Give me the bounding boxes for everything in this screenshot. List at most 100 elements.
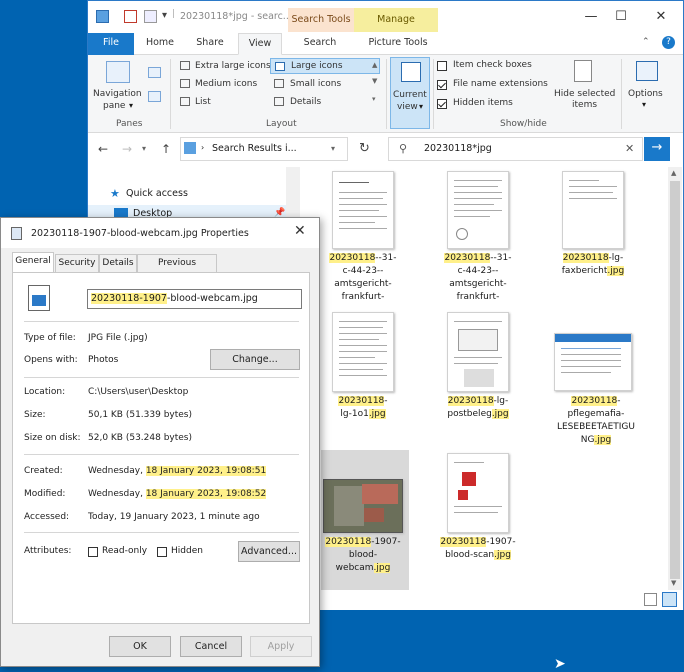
type-label: Type of file: <box>24 333 76 343</box>
tab-previous-versions[interactable]: Previous Versions <box>137 254 217 284</box>
ribbon-view: Navigation pane ▾ Panes Extra large icon… <box>88 55 683 133</box>
tab-file[interactable]: File <box>88 33 134 55</box>
scroll-thumb[interactable] <box>670 181 680 579</box>
panes-group-label: Panes <box>116 119 143 129</box>
forward-arrow-icon[interactable]: → <box>122 142 132 156</box>
file-thumbnail <box>447 312 509 392</box>
file-name: 20230118-lg- faxbericht.jpg <box>561 253 625 276</box>
filename-input[interactable]: 20230118-1907-blood-webcam.jpg <box>87 289 302 309</box>
tab-view[interactable]: View <box>238 33 282 55</box>
clear-search-icon[interactable]: ✕ <box>625 142 634 155</box>
maximize-button[interactable]: ☐ <box>606 7 636 27</box>
size-label: Size: <box>24 410 46 420</box>
hidden-items-checkbox[interactable] <box>437 99 447 109</box>
ribbon-tabs: File Home Share View Search Picture Tool… <box>88 33 683 55</box>
accessed-value: Today, 19 January 2023, 1 minute ago <box>88 512 260 522</box>
quick-access-dropdown-icon[interactable]: ▾ <box>162 10 167 21</box>
address-bar[interactable]: › Search Results i... ▾ <box>180 137 348 161</box>
hidden-items-label: Hidden items <box>453 98 513 108</box>
layout-extra-large-icons[interactable]: Extra large icons <box>195 61 271 71</box>
large-icons-icon <box>275 62 285 71</box>
new-folder-icon[interactable] <box>144 10 157 23</box>
file-name: 20230118-lg- postbeleg.jpg <box>447 396 509 419</box>
manage-context-header: Manage <box>354 8 438 32</box>
tab-home[interactable]: Home <box>140 33 180 55</box>
advanced-button[interactable]: Advanced... <box>238 541 300 562</box>
chevron-down-icon: ▾ <box>129 101 134 110</box>
properties-dialog: 20230118-1907-blood-webcam.jpg Propertie… <box>0 217 320 667</box>
search-input[interactable]: ⚲ 20230118*jpg ✕ <box>388 137 643 161</box>
layout-large-icons-selected[interactable]: Large icons <box>270 58 380 74</box>
file-name: 20230118- lg-1o1.jpg <box>338 396 388 419</box>
minimize-button[interactable]: — <box>576 7 606 27</box>
tab-picture-tools[interactable]: Picture Tools <box>358 33 438 55</box>
navigation-pane-label-2: pane <box>103 101 126 111</box>
tab-search[interactable]: Search <box>293 33 347 55</box>
opens-with-label: Opens with: <box>24 355 78 365</box>
layout-details[interactable]: Details <box>290 97 321 107</box>
file-thumbnail <box>554 333 632 391</box>
location-value: C:\Users\user\Desktop <box>88 387 189 397</box>
up-arrow-icon[interactable]: ↑ <box>161 142 171 156</box>
details-pane-icon[interactable] <box>148 91 161 102</box>
tab-share[interactable]: Share <box>190 33 230 55</box>
collapse-ribbon-icon[interactable]: ⌃ <box>642 37 650 47</box>
refresh-icon[interactable]: ↻ <box>359 141 370 156</box>
accessed-label: Accessed: <box>24 512 70 522</box>
search-go-button[interactable]: → <box>644 137 670 161</box>
change-button[interactable]: Change... <box>210 349 300 370</box>
apply-button[interactable]: Apply <box>250 636 312 657</box>
breadcrumb-chevron-icon: › <box>201 143 205 152</box>
tab-details[interactable]: Details <box>99 254 137 272</box>
read-only-checkbox[interactable] <box>88 547 98 557</box>
file-name: 20230118--31- c-44-23-- amtsgericht- fra… <box>444 253 512 302</box>
properties-check-icon[interactable] <box>124 10 137 23</box>
large-icons-view-icon[interactable] <box>662 592 677 607</box>
read-only-label: Read-only <box>102 546 148 556</box>
options-icon <box>636 61 658 81</box>
current-view-label-1: Current <box>393 90 427 100</box>
layout-medium-icons[interactable]: Medium icons <box>195 79 257 89</box>
file-name: 20230118-1907- blood- webcam.jpg <box>325 537 401 573</box>
layout-more-icon[interactable]: ▾ <box>372 95 376 103</box>
recent-locations-icon[interactable]: ▾ <box>142 144 146 153</box>
item-check-boxes-checkbox[interactable] <box>437 61 447 71</box>
hidden-label: Hidden <box>171 546 203 556</box>
tab-general[interactable]: General <box>12 252 54 273</box>
file-name-extensions-checkbox[interactable] <box>437 80 447 90</box>
size-on-disk-value: 52,0 KB (53.248 bytes) <box>88 433 193 443</box>
hidden-checkbox[interactable] <box>157 547 167 557</box>
nav-quick-access[interactable]: Quick access <box>126 188 188 199</box>
current-view-button[interactable]: Current view ▾ <box>390 57 430 129</box>
address-row: ← → ▾ ↑ › Search Results i... ▾ ↻ ⚲ 2023… <box>88 134 683 166</box>
chevron-down-icon: ▾ <box>642 100 647 109</box>
tab-security[interactable]: Security <box>55 254 99 272</box>
close-icon[interactable]: ✕ <box>294 223 306 239</box>
search-value: 20230118*jpg <box>424 143 492 154</box>
navigation-pane-label-1: Navigation <box>93 89 142 99</box>
location-label: Location: <box>24 387 66 397</box>
layout-large-icons: Large icons <box>291 61 343 71</box>
layout-scroll-down-icon[interactable]: ▼ <box>372 77 377 85</box>
close-button[interactable]: ✕ <box>646 7 676 27</box>
scroll-up-icon[interactable]: ▲ <box>671 169 676 177</box>
current-view-icon <box>401 62 421 82</box>
layout-small-icons[interactable]: Small icons <box>290 79 341 89</box>
details-view-icon[interactable] <box>644 593 657 606</box>
vertical-scrollbar[interactable]: ▲ ▼ <box>668 167 682 590</box>
layout-list[interactable]: List <box>195 97 211 107</box>
cancel-button[interactable]: Cancel <box>180 636 242 657</box>
list-icon <box>180 97 190 106</box>
type-value: JPG File (.jpg) <box>88 333 148 343</box>
ok-button[interactable]: OK <box>109 636 171 657</box>
search-tools-context-header: Search Tools <box>288 8 354 32</box>
layout-scroll-up-icon[interactable]: ▲ <box>372 61 377 69</box>
preview-pane-icon[interactable] <box>148 67 161 78</box>
created-label: Created: <box>24 466 63 476</box>
jpg-file-icon <box>28 285 50 311</box>
help-icon[interactable]: ? <box>662 36 675 49</box>
back-arrow-icon[interactable]: ← <box>98 142 108 156</box>
size-on-disk-label: Size on disk: <box>24 433 81 443</box>
chevron-down-icon[interactable]: ▾ <box>331 144 335 153</box>
scroll-down-icon[interactable]: ▼ <box>671 579 676 587</box>
